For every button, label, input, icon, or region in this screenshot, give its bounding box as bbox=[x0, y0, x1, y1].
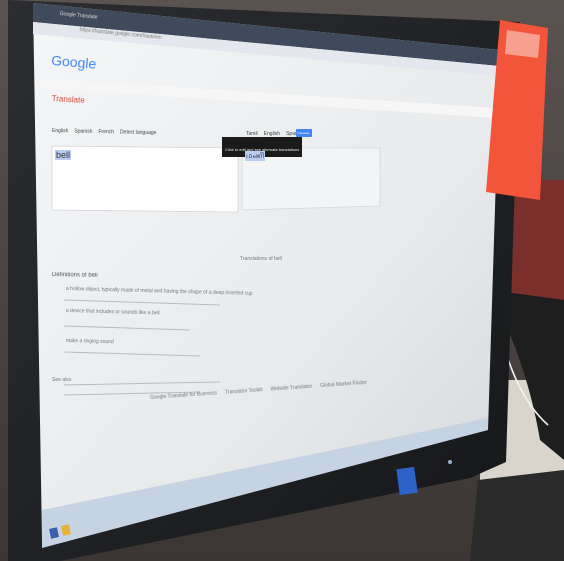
source-tab-english[interactable]: English bbox=[52, 128, 69, 134]
dark-object bbox=[470, 470, 564, 561]
translate-button-label: Translate bbox=[297, 131, 310, 135]
translate-title: Translate bbox=[51, 94, 86, 106]
source-tab-french[interactable]: French bbox=[98, 129, 114, 135]
translations-heading: Translations of bell bbox=[240, 256, 282, 262]
windows-sticker bbox=[396, 466, 418, 496]
source-textbox bbox=[51, 145, 239, 213]
target-text[interactable]: மணி bbox=[245, 151, 266, 161]
source-tab-detect[interactable]: Detect language bbox=[120, 129, 157, 136]
photo-scene bbox=[0, 0, 564, 561]
definition-3: make a ringing sound bbox=[65, 338, 114, 346]
source-tab-spanish[interactable]: Spanish bbox=[74, 128, 92, 134]
see-also: See also bbox=[52, 377, 72, 383]
definitions-heading: Definitions of bell bbox=[51, 272, 98, 279]
source-text[interactable]: bell bbox=[55, 150, 72, 160]
power-led bbox=[448, 460, 452, 464]
translate-button[interactable]: Translate bbox=[296, 129, 312, 137]
